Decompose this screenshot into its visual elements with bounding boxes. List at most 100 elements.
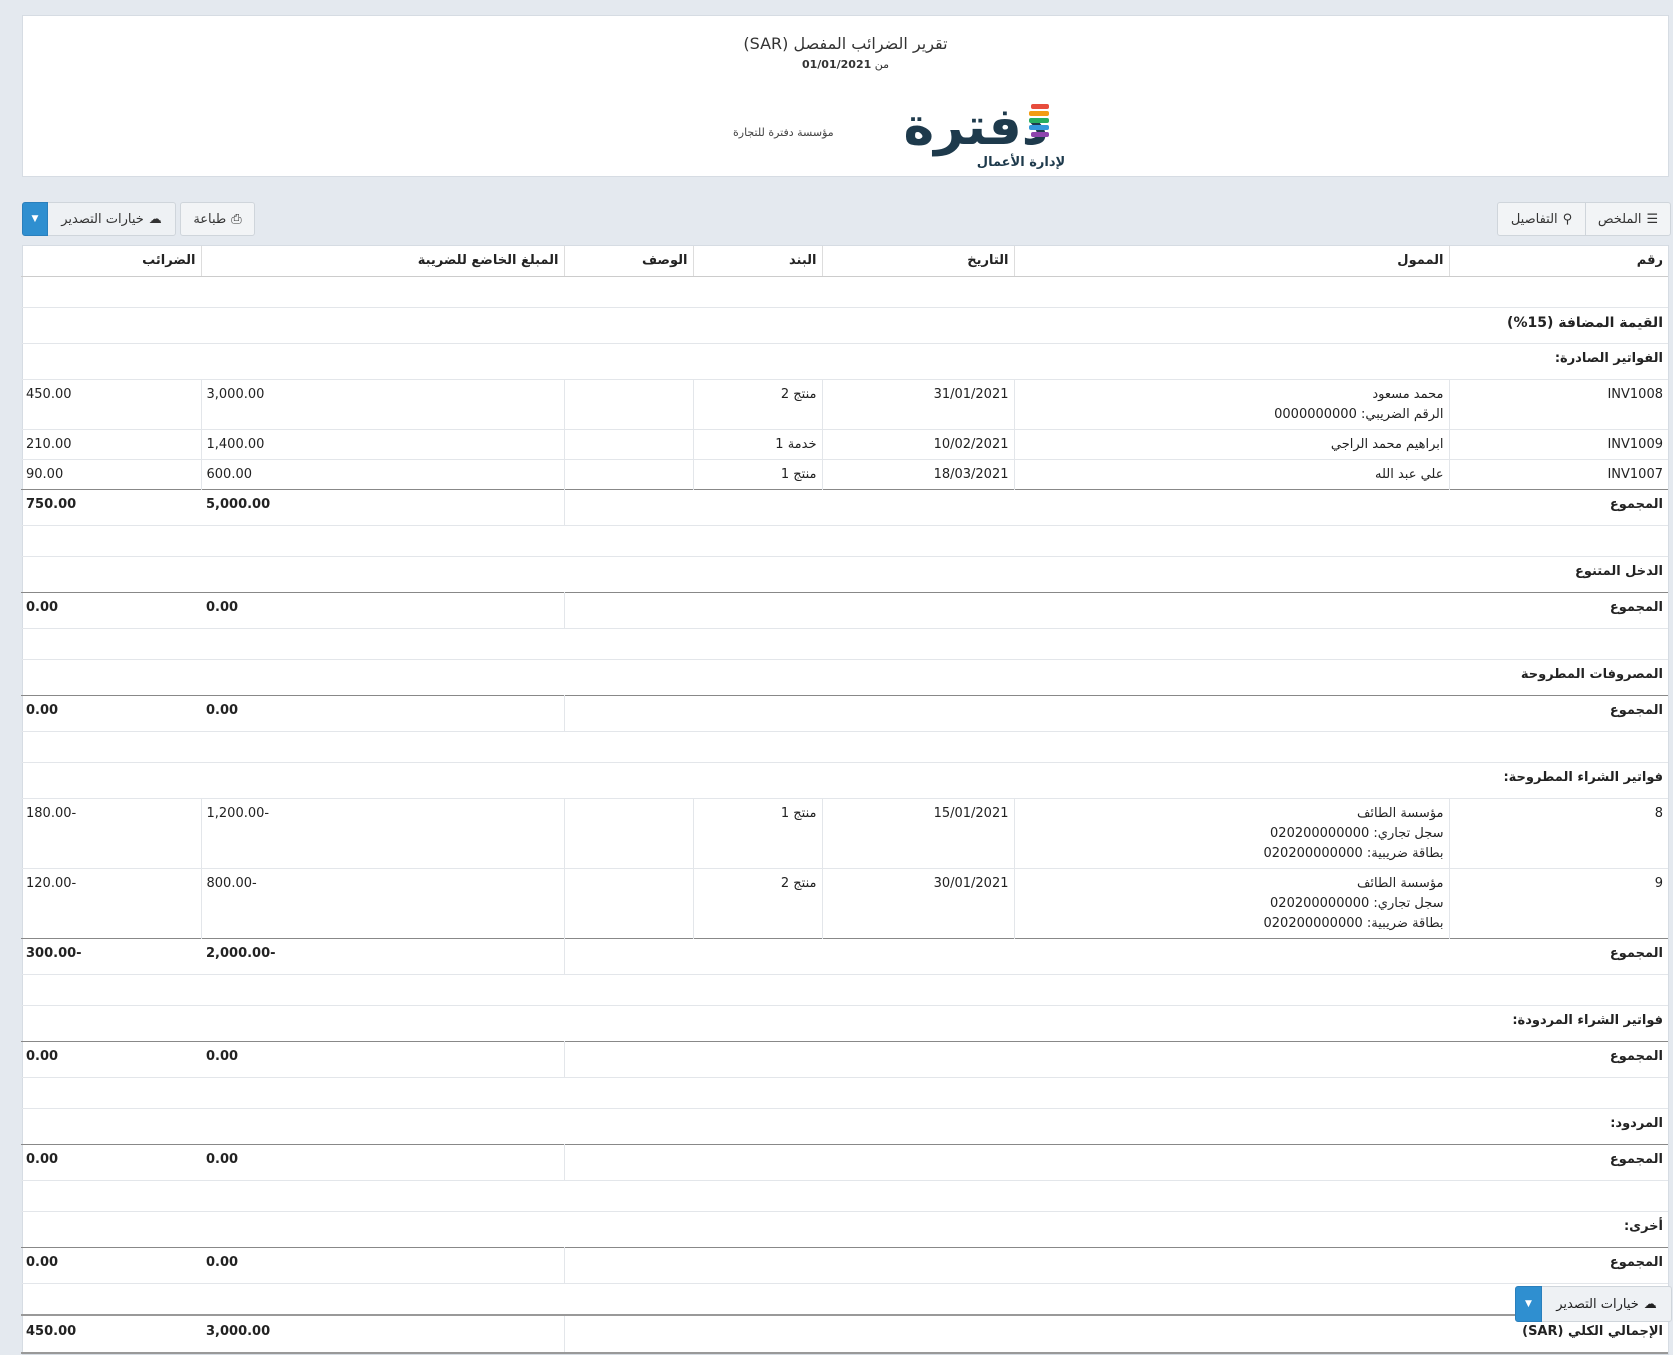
- spacer-row: [21, 1077, 1668, 1109]
- invoice-number-link[interactable]: 8: [1655, 806, 1663, 821]
- print-label: طباعة: [193, 211, 227, 227]
- total-tax: 750.00: [21, 489, 201, 526]
- total-tax: -300.00: [21, 938, 201, 975]
- section-title: فواتير الشراء المطروحة:: [21, 762, 1668, 799]
- print-button[interactable]: ⎙ طباعة: [180, 202, 255, 236]
- description-cell: [563, 459, 693, 490]
- grand-total-tax: 450.00: [21, 1314, 201, 1354]
- section-vat: القيمة المضافة (15%): [21, 307, 1668, 344]
- tax-cell: -120.00: [21, 868, 201, 939]
- report-header: تقرير الضرائب المفصل (SAR) من 01/01/2021…: [22, 15, 1669, 177]
- date-cell: 30/01/2021: [821, 868, 1014, 939]
- section-purchase-invoices: فواتير الشراء المطروحة:: [21, 762, 1668, 799]
- item-cell: منتج 1: [692, 798, 822, 869]
- col-number[interactable]: رقم: [1448, 246, 1668, 277]
- spacer-row: [21, 974, 1668, 1006]
- item-cell: منتج 2: [692, 868, 822, 939]
- total-taxable: 0.00: [201, 695, 564, 732]
- table-row[interactable]: INV1008 محمد مسعود الرقم الضريبي: 0000000…: [21, 379, 1668, 430]
- company-logo: دفترة لإدارة الأعمال: [903, 97, 1065, 170]
- table-row[interactable]: INV1009 ابراهيم محمد الراجي 10/02/2021 خ…: [21, 429, 1668, 460]
- total-label: المجموع: [563, 489, 1668, 526]
- total-taxable: 0.00: [201, 1041, 564, 1078]
- details-label: التفاصيل: [1510, 211, 1558, 227]
- list-icon: ☰: [1646, 211, 1659, 227]
- grand-total-label: الإجمالي الكلي (SAR): [563, 1314, 1668, 1354]
- item-cell: خدمة 1: [692, 429, 822, 460]
- export-options-button-bottom[interactable]: ☁ خيارات التصدير: [1541, 1286, 1672, 1322]
- report-period: من 01/01/2021: [23, 58, 1668, 71]
- export-dropdown-toggle[interactable]: ▼: [22, 202, 48, 236]
- total-taxable: 0.00: [201, 1144, 564, 1181]
- period-date: 01/01/2021: [801, 58, 872, 71]
- tax-cell: 450.00: [21, 379, 201, 430]
- tax-cell: -180.00: [21, 798, 201, 869]
- taxpayer-cell: مؤسسة الطائف سجل تجاري: 020200000000 بطاقة…: [1013, 868, 1449, 939]
- invoice-number-link[interactable]: 9: [1655, 876, 1663, 891]
- section-title: القيمة المضافة (15%): [21, 307, 1668, 344]
- section-other: أخرى:: [21, 1211, 1668, 1248]
- col-item[interactable]: البند: [692, 246, 822, 277]
- summary-button[interactable]: ☰ الملخص: [1585, 202, 1671, 236]
- spacer-row: [21, 1180, 1668, 1212]
- spacer-row: [21, 731, 1668, 763]
- section-deducted-expenses: المصروفات المطروحة: [21, 659, 1668, 696]
- total-row: المجموع 0.00 0.00: [21, 1247, 1668, 1284]
- taxpayer-cell: علي عبد الله: [1013, 459, 1449, 490]
- section-title: أخرى:: [21, 1211, 1668, 1248]
- date-cell: 18/03/2021: [821, 459, 1014, 490]
- taxable-cell: 600.00: [200, 459, 564, 490]
- spacer-row: [21, 276, 1668, 308]
- printer-icon: ⎙: [231, 211, 242, 227]
- invoice-number-link[interactable]: INV1007: [1607, 467, 1663, 482]
- col-description[interactable]: الوصف: [563, 246, 693, 277]
- section-returns: المردود:: [21, 1108, 1668, 1145]
- description-cell: [563, 798, 693, 869]
- col-taxpayer[interactable]: الممول: [1013, 246, 1449, 277]
- total-row: المجموع 0.00 0.00: [21, 1144, 1668, 1181]
- logo-block: مؤسسة دفترة للتجارة دفترة لإدارة الأعمال: [23, 88, 1668, 173]
- total-tax: 0.00: [21, 1041, 201, 1078]
- total-tax: 0.00: [21, 592, 201, 629]
- total-label: المجموع: [563, 695, 1668, 732]
- col-taxable-amount[interactable]: المبلغ الخاضع للضريبة: [200, 246, 564, 277]
- col-date[interactable]: التاريخ: [821, 246, 1014, 277]
- date-cell: 15/01/2021: [821, 798, 1014, 869]
- item-cell: منتج 1: [692, 459, 822, 490]
- invoice-number-link[interactable]: INV1009: [1607, 437, 1663, 452]
- company-name: مؤسسة دفترة للتجارة: [733, 126, 834, 139]
- tax-cell: 90.00: [21, 459, 201, 490]
- col-taxes[interactable]: الضرائب: [21, 246, 201, 277]
- grand-total-taxable: 3,000.00: [201, 1314, 564, 1354]
- description-cell: [563, 429, 693, 460]
- total-label: المجموع: [563, 592, 1668, 629]
- taxpayer-cell: مؤسسة الطائف سجل تجاري: 020200000000 بطاقة…: [1013, 798, 1449, 869]
- spacer-row: [21, 628, 1668, 660]
- tax-report-table: رقم الممول التاريخ البند الوصف المبلغ ال…: [21, 245, 1669, 1355]
- table-row[interactable]: 8 مؤسسة الطائف سجل تجاري: 020200000000 بطا…: [21, 798, 1668, 869]
- section-title: فواتير الشراء المردودة:: [21, 1005, 1668, 1042]
- export-label: خيارات التصدير: [61, 211, 144, 227]
- spacer-row: [21, 525, 1668, 557]
- total-row: المجموع 0.00 0.00: [21, 1041, 1668, 1078]
- export-label: خيارات التصدير: [1556, 1296, 1639, 1312]
- total-row: المجموع 0.00 0.00: [21, 695, 1668, 732]
- total-row: المجموع 5,000.00 750.00: [21, 489, 1668, 526]
- date-cell: 10/02/2021: [821, 429, 1014, 460]
- summary-label: الملخص: [1597, 211, 1642, 227]
- search-icon: ⚲: [1562, 211, 1573, 227]
- total-label: المجموع: [563, 1247, 1668, 1284]
- table-row[interactable]: 9 مؤسسة الطائف سجل تجاري: 020200000000 بطا…: [21, 868, 1668, 939]
- export-dropdown-toggle-bottom[interactable]: ▼: [1515, 1286, 1542, 1322]
- section-title: المصروفات المطروحة: [21, 659, 1668, 696]
- invoice-number-link[interactable]: INV1008: [1607, 387, 1663, 402]
- total-label: المجموع: [563, 1041, 1668, 1078]
- total-label: المجموع: [563, 938, 1668, 975]
- table-header-row: رقم الممول التاريخ البند الوصف المبلغ ال…: [21, 246, 1668, 277]
- cloud-download-icon: ☁: [148, 211, 162, 227]
- taxpayer-cell: ابراهيم محمد الراجي: [1013, 429, 1449, 460]
- details-button[interactable]: ⚲ التفاصيل: [1497, 202, 1586, 236]
- caret-down-icon: ▼: [31, 214, 39, 224]
- table-row[interactable]: INV1007 علي عبد الله 18/03/2021 منتج 1 6…: [21, 459, 1668, 490]
- export-options-button[interactable]: ☁ خيارات التصدير: [47, 202, 176, 236]
